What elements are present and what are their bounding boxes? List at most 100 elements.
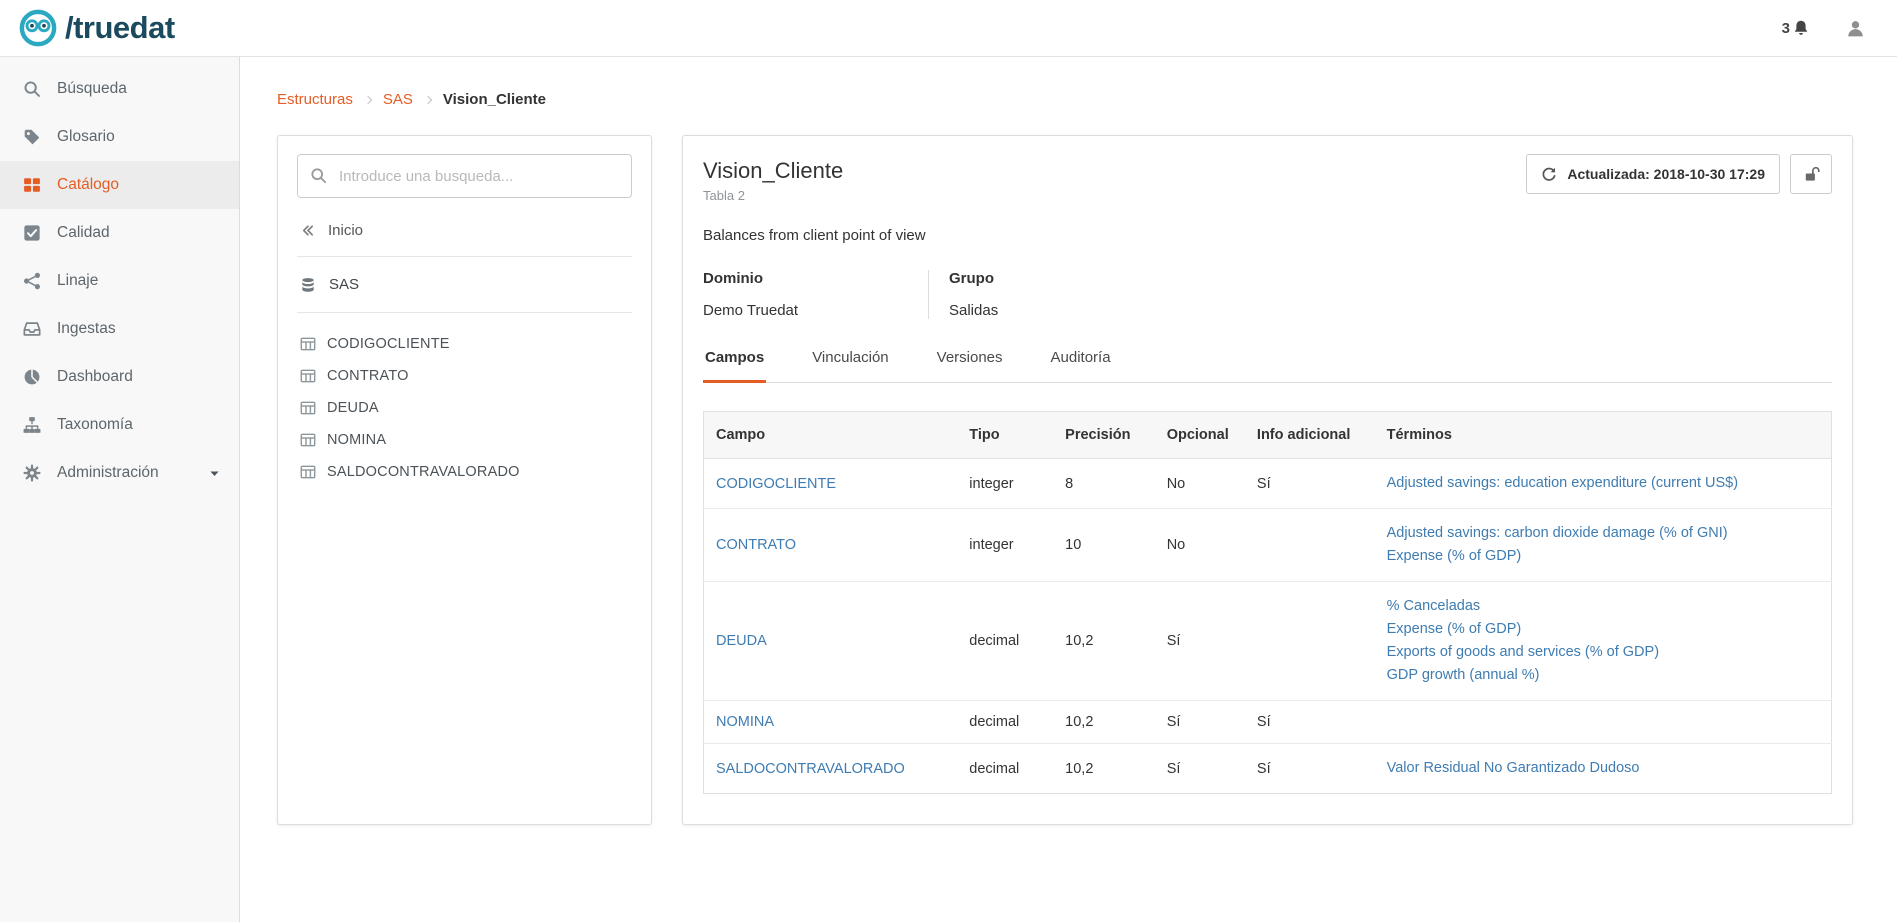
double-chevron-left-icon <box>300 223 315 238</box>
field-optional: Sí <box>1155 701 1245 744</box>
field-link[interactable]: NOMINA <box>716 714 774 730</box>
field-precision: 10,2 <box>1053 744 1155 794</box>
field-terms: % Canceladas Expense (% of GDP) Exports … <box>1375 582 1832 701</box>
sidebar: Búsqueda Glosario Catálogo Calidad Linaj… <box>0 57 240 922</box>
term-link[interactable]: Expense (% of GDP) <box>1387 618 1819 641</box>
sidebar-item-taxonomia[interactable]: Taxonomía <box>0 401 239 449</box>
domain-value: Demo Truedat <box>703 302 928 319</box>
field-terms <box>1375 701 1832 744</box>
field-extra-info: Sí <box>1245 744 1375 794</box>
term-link[interactable]: Valor Residual No Garantizado Dudoso <box>1387 757 1819 780</box>
inbox-icon <box>23 320 41 338</box>
group-label: Grupo <box>949 270 1153 287</box>
user-menu-button[interactable] <box>1846 19 1865 38</box>
sidebar-item-catalogo[interactable]: Catálogo <box>0 161 239 209</box>
table-row: CONTRATO integer 10 No Adjusted savings:… <box>704 509 1832 582</box>
check-square-icon <box>23 224 41 242</box>
tab-auditoria[interactable]: Auditoría <box>1049 349 1113 383</box>
term-link[interactable]: Expense (% of GDP) <box>1387 545 1819 568</box>
table-icon <box>300 368 316 384</box>
sidebar-item-busqueda[interactable]: Búsqueda <box>0 65 239 113</box>
tree-table-nomina[interactable]: NOMINA <box>297 424 632 456</box>
breadcrumb-separator-icon <box>364 95 372 103</box>
updated-label: Actualizada: 2018-10-30 17:29 <box>1567 166 1765 182</box>
tree-table-deuda[interactable]: DEUDA <box>297 392 632 424</box>
tree-table-saldocontravalorado[interactable]: SALDOCONTRAVALORADO <box>297 456 632 488</box>
field-extra-info <box>1245 509 1375 582</box>
field-precision: 10,2 <box>1053 582 1155 701</box>
field-terms: Adjusted savings: carbon dioxide damage … <box>1375 509 1832 582</box>
field-link[interactable]: CODIGOCLIENTE <box>716 476 836 492</box>
term-link[interactable]: GDP growth (annual %) <box>1387 664 1819 687</box>
table-item-label: SALDOCONTRAVALORADO <box>327 464 520 480</box>
share-icon <box>23 272 41 290</box>
sidebar-item-calidad[interactable]: Calidad <box>0 209 239 257</box>
tree-table-contrato[interactable]: CONTRATO <box>297 360 632 392</box>
lock-button[interactable] <box>1790 154 1832 194</box>
table-header-row: Campo Tipo Precisión Opcional Info adici… <box>704 412 1832 459</box>
field-link[interactable]: DEUDA <box>716 633 767 649</box>
sidebar-item-administracion[interactable]: Administración <box>0 449 239 497</box>
sidebar-item-label: Búsqueda <box>57 80 127 98</box>
tree-search <box>297 154 632 198</box>
tree-node-sas[interactable]: SAS <box>297 257 632 313</box>
field-type: decimal <box>957 582 1053 701</box>
sidebar-item-label: Glosario <box>57 128 115 146</box>
brand-logo[interactable]: /truedat <box>18 8 175 48</box>
field-optional: Sí <box>1155 744 1245 794</box>
term-link[interactable]: Adjusted savings: education expenditure … <box>1387 472 1819 495</box>
term-link[interactable]: Exports of goods and services (% of GDP) <box>1387 641 1819 664</box>
term-link[interactable]: Adjusted savings: carbon dioxide damage … <box>1387 522 1819 545</box>
refresh-icon <box>1541 166 1557 182</box>
sidebar-item-label: Dashboard <box>57 368 133 386</box>
tree-search-input[interactable] <box>297 154 632 198</box>
sidebar-item-dashboard[interactable]: Dashboard <box>0 353 239 401</box>
sidebar-item-label: Calidad <box>57 224 110 242</box>
notifications-button[interactable]: 3 <box>1782 19 1810 37</box>
structure-description: Balances from client point of view <box>703 227 1832 244</box>
breadcrumb-separator-icon <box>424 95 432 103</box>
sidebar-item-label: Catálogo <box>57 176 119 194</box>
database-icon <box>300 277 316 293</box>
breadcrumb-sas[interactable]: SAS <box>383 91 413 108</box>
breadcrumb-estructuras[interactable]: Estructuras <box>277 91 353 108</box>
field-link[interactable]: CONTRATO <box>716 537 796 553</box>
search-icon <box>23 80 41 98</box>
domain-block: Dominio Demo Truedat <box>703 270 928 319</box>
sidebar-item-label: Ingestas <box>57 320 116 338</box>
field-precision: 8 <box>1053 459 1155 509</box>
table-list: CODIGOCLIENTE CONTRATO DEUDA <box>297 328 632 488</box>
sidebar-item-linaje[interactable]: Linaje <box>0 257 239 305</box>
detail-actions: Actualizada: 2018-10-30 17:29 <box>1526 154 1832 194</box>
sidebar-item-glosario[interactable]: Glosario <box>0 113 239 161</box>
tab-vinculacion[interactable]: Vinculación <box>810 349 890 383</box>
field-link[interactable]: SALDOCONTRAVALORADO <box>716 761 905 777</box>
field-terms: Adjusted savings: education expenditure … <box>1375 459 1832 509</box>
user-icon <box>1846 19 1865 38</box>
tab-campos[interactable]: Campos <box>703 349 766 383</box>
group-block: Grupo Salidas <box>928 270 1153 319</box>
field-type: integer <box>957 459 1053 509</box>
detail-title-block: Vision_Cliente Tabla 2 <box>703 154 843 203</box>
structure-detail-panel: Vision_Cliente Tabla 2 Actualizada: 2018… <box>682 135 1853 825</box>
term-link[interactable]: % Canceladas <box>1387 595 1819 618</box>
tree-home-link[interactable]: Inicio <box>297 198 632 257</box>
table-icon <box>300 336 316 352</box>
tab-versiones[interactable]: Versiones <box>935 349 1005 383</box>
tree-home-label: Inicio <box>328 222 363 239</box>
refresh-button[interactable]: Actualizada: 2018-10-30 17:29 <box>1526 154 1780 194</box>
page-title: Vision_Cliente <box>703 158 843 184</box>
column-header-opcional: Opcional <box>1155 412 1245 459</box>
sidebar-item-ingestas[interactable]: Ingestas <box>0 305 239 353</box>
tree-node-label: SAS <box>329 276 359 293</box>
notification-count: 3 <box>1782 20 1790 37</box>
field-precision: 10 <box>1053 509 1155 582</box>
field-optional: No <box>1155 509 1245 582</box>
chevron-down-icon <box>208 467 221 480</box>
table-item-label: DEUDA <box>327 400 379 416</box>
table-row: DEUDA decimal 10,2 Sí % Canceladas Expen… <box>704 582 1832 701</box>
column-header-info-adicional: Info adicional <box>1245 412 1375 459</box>
field-terms: Valor Residual No Garantizado Dudoso <box>1375 744 1832 794</box>
tree-table-codigocliente[interactable]: CODIGOCLIENTE <box>297 328 632 360</box>
sidebar-item-label: Linaje <box>57 272 98 290</box>
